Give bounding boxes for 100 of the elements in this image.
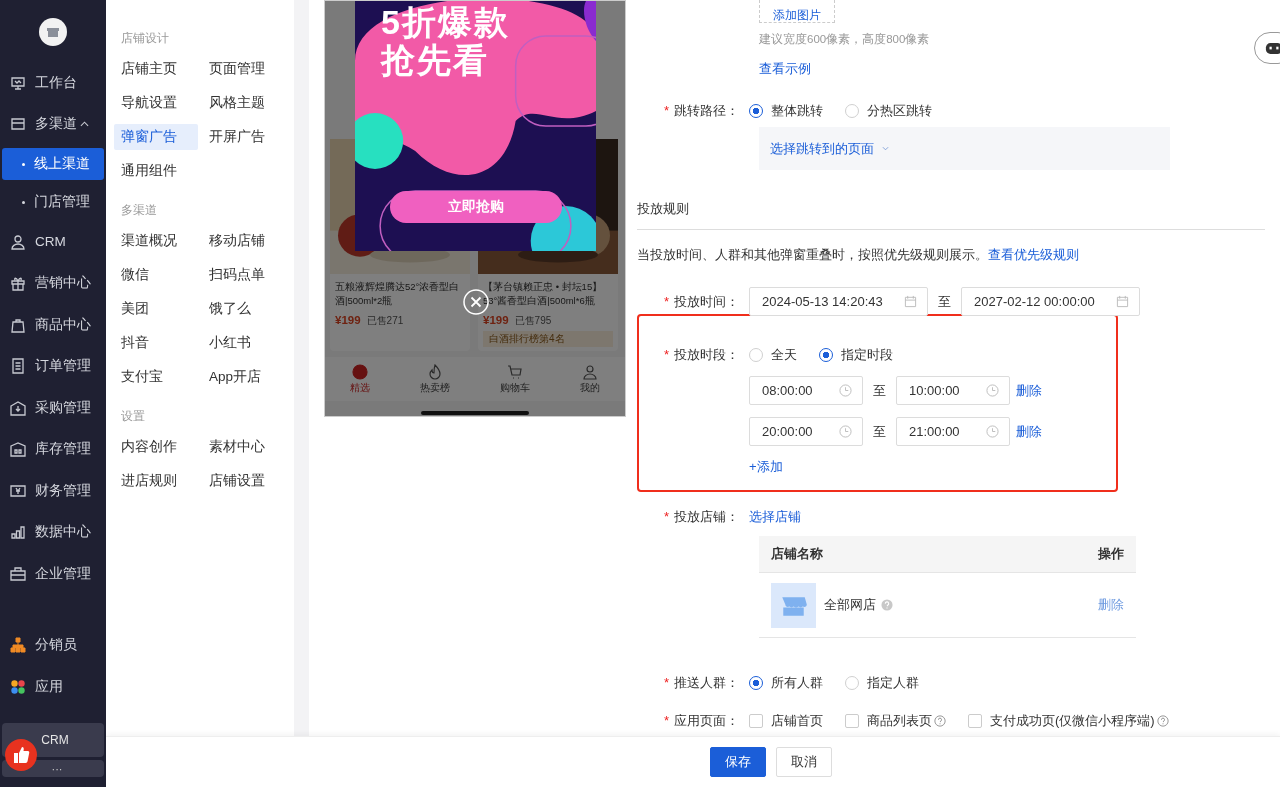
phone-tab[interactable]: 我的 [580,363,600,395]
menu-item[interactable]: 小红书 [202,330,292,356]
example-link[interactable]: 查看示例 [759,60,811,78]
menu-item[interactable]: 美团 [114,296,198,322]
time-field[interactable]: 10:00:00 [896,376,1010,405]
nav-item[interactable]: 应用 [0,666,106,708]
column-header: 店铺名称 [771,545,823,563]
sold-count: 已售795 [514,314,552,328]
nav-item[interactable]: 企业管理 [0,553,106,595]
radio-option[interactable]: 所有人群 [749,674,823,692]
delete-link[interactable]: 删除 [1016,422,1042,441]
nav-item[interactable]: 数据中心 [0,511,106,553]
phone-tab[interactable]: 购物车 [500,363,530,395]
add-image-button[interactable]: 添加图片 [759,0,835,23]
store-logo[interactable] [39,18,67,46]
nav-subitem[interactable]: 门店管理 [2,186,104,218]
menu-item[interactable]: 支付宝 [114,364,198,390]
nav-subitem[interactable]: 线上渠道 [2,148,104,180]
menu-item[interactable]: 扫码点单 [202,262,292,288]
menu-item[interactable]: 微信 [114,262,198,288]
download-box-icon [10,399,26,416]
menu-item[interactable]: 开屏广告 [202,124,292,150]
time-field[interactable]: 21:00:00 [896,417,1010,446]
time-field[interactable]: 20:00:00 [749,417,863,446]
field-label: * 应用页面： [662,712,740,730]
nav-item[interactable]: 工作台 [0,62,106,104]
date-field[interactable]: 2024-05-13 14:20:43 [749,287,928,316]
robot-icon [1265,41,1280,55]
nav-item[interactable]: 财务管理 [0,470,106,512]
rank-tag: 白酒排行榜第4名 [483,331,613,347]
range-separator: 至 [872,422,887,441]
menu-item[interactable]: 进店规则 [114,468,198,494]
menu-item[interactable]: 抖音 [114,330,198,356]
menu-item[interactable]: App开店 [202,364,292,390]
select-store-link[interactable]: 选择店铺 [749,508,801,526]
notice-text: 当投放时间、人群和其他弹窗重叠时，按照优先级规则展示。查看优先级规则 [637,246,1080,264]
store-icon [771,582,816,628]
clock-icon [986,425,999,438]
nav-item[interactable]: 营销中心 [0,262,106,304]
menu-item[interactable]: 店铺设置 [202,468,292,494]
person-icon [582,363,598,380]
menu-item[interactable]: 页面管理 [202,56,292,82]
nav-item[interactable]: 库存管理 [0,428,106,470]
apps-icon [10,678,26,695]
radio-option[interactable]: 分热区跳转 [845,102,932,120]
person-icon [10,233,26,250]
priority-rules-link[interactable]: 查看优先级规则 [988,247,1079,262]
cancel-button[interactable]: 取消 [776,747,832,777]
clock-icon [839,425,852,438]
menu-item[interactable]: 饿了么 [202,296,292,322]
nav-item[interactable]: 商品中心 [0,304,106,346]
nav-item[interactable]: 多渠道 [0,103,106,145]
more-menu-text[interactable]: ··· [51,762,63,775]
radio-option[interactable]: 指定时段 [819,346,893,364]
menu-item[interactable]: 导航设置 [114,90,198,116]
calendar-icon [904,295,917,308]
nav-item[interactable]: 订单管理 [0,345,106,387]
menu-group-title: 设置 [120,408,146,425]
add-link[interactable]: +添加 [749,458,783,476]
column-header: 操作 [1098,545,1124,563]
time-field[interactable]: 08:00:00 [749,376,863,405]
page-select[interactable]: 选择跳转到的页面 [759,127,1170,170]
radio-option[interactable]: 指定人群 [845,674,919,692]
price: ¥199 [483,314,509,326]
field-label: * 投放店铺： [662,508,740,526]
menu-item[interactable]: 渠道概况 [114,228,198,254]
radio-option[interactable]: 整体跳转 [749,102,823,120]
range-separator: 至 [872,381,887,400]
radio-option[interactable]: 全天 [749,346,797,364]
phone-tab[interactable]: 热卖榜 [420,363,450,395]
date-field[interactable]: 2027-02-12 00:00:00 [961,287,1140,316]
help-icon[interactable] [934,715,946,727]
calendar-icon [1116,295,1129,308]
monitor-icon [10,74,26,91]
menu-item[interactable]: 内容创作 [114,434,198,460]
menu-item[interactable]: 风格主题 [202,90,292,116]
checkbox-option[interactable]: 店铺首页 [749,712,823,730]
nav-item[interactable]: 采购管理 [0,387,106,429]
nav-item[interactable]: 分销员 [0,624,106,666]
field-label: * 投放时段： [662,346,740,364]
delete-link[interactable]: 删除 [1016,381,1042,400]
field-label: * 跳转路径： [662,102,740,120]
menu-item[interactable]: 移动店铺 [202,228,292,254]
flame-icon [427,363,443,380]
menu-item[interactable]: 弹窗广告 [114,124,198,150]
chevron-down-icon [882,146,889,151]
menu-item[interactable]: 店铺主页 [114,56,198,82]
range-separator: 至 [937,292,952,311]
clock-icon [839,384,852,397]
help-icon[interactable] [1156,715,1169,727]
checkbox-option[interactable]: 支付成功页(仅微信小程序端) [968,712,1155,730]
sold-count: 已售271 [366,314,404,328]
save-button[interactable]: 保存 [710,747,766,777]
checkbox-option[interactable]: 商品列表页 [845,712,932,730]
document-icon [10,358,26,375]
cart-icon [507,363,523,380]
account-name[interactable]: CRM [41,733,69,747]
nav-item[interactable]: CRM [0,221,106,263]
menu-item[interactable]: 通用组件 [114,158,198,184]
menu-item[interactable]: 素材中心 [202,434,292,460]
